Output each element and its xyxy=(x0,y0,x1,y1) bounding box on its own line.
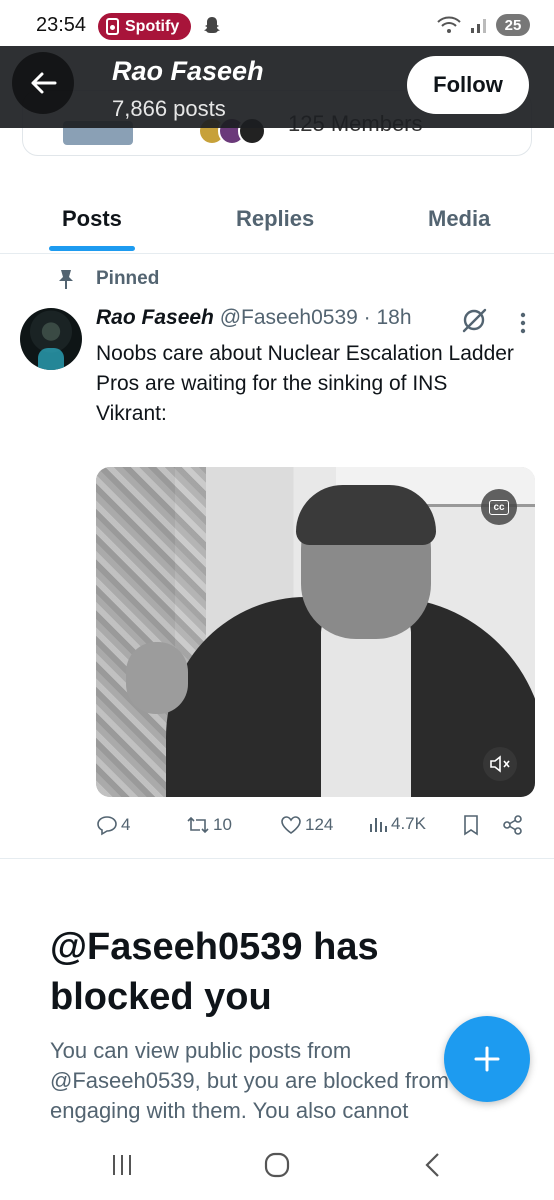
video-person-hair xyxy=(296,485,436,545)
speaker-muted-icon xyxy=(490,755,510,773)
heart-icon xyxy=(281,816,301,834)
repost-icon xyxy=(187,816,209,834)
spotify-label: Spotify xyxy=(125,17,180,35)
more-options-icon[interactable] xyxy=(520,312,526,334)
chevron-left-icon xyxy=(425,1153,439,1177)
status-time: 23:54 xyxy=(36,14,87,36)
system-back-button[interactable] xyxy=(412,1148,452,1182)
pinned-indicator: Pinned xyxy=(56,268,159,290)
video-person-shirt xyxy=(321,612,411,797)
like-count: 124 xyxy=(305,815,334,834)
blocked-title: @Faseeh0539 has blocked you xyxy=(50,926,379,1018)
snapchat-icon xyxy=(204,17,220,33)
grok-icon[interactable] xyxy=(460,306,488,334)
share-button[interactable] xyxy=(502,814,524,836)
battery-icon: 25 xyxy=(496,14,530,36)
reply-icon xyxy=(97,816,117,836)
recent-apps-icon xyxy=(113,1155,131,1175)
bookmark-icon xyxy=(464,815,478,836)
status-icons: 25 xyxy=(436,14,530,36)
video-person-hand xyxy=(126,642,188,714)
compose-post-button[interactable] xyxy=(444,1016,530,1102)
recent-apps-button[interactable] xyxy=(102,1148,142,1182)
tab-media[interactable]: Media xyxy=(428,206,490,232)
status-bar: 23:54 Spotify 25 xyxy=(0,0,554,46)
views-count: 4.7K xyxy=(391,814,426,833)
post-actions: 4 10 124 4.7K xyxy=(96,812,536,842)
back-button[interactable] xyxy=(12,52,74,114)
tab-replies[interactable]: Replies xyxy=(236,206,314,232)
home-button[interactable] xyxy=(257,1148,297,1182)
wifi-icon xyxy=(437,16,461,33)
profile-tabs: Posts Replies Media xyxy=(0,184,554,254)
pin-icon xyxy=(59,270,73,289)
posts-count: 7,866 posts xyxy=(112,96,226,121)
plus-icon xyxy=(474,1046,500,1072)
section-divider xyxy=(0,858,554,859)
reply-count: 4 xyxy=(121,815,131,834)
post-author-name[interactable]: Rao Faseeh xyxy=(96,306,214,329)
post-header: Rao Faseeh @Faseeh0539 · 18h xyxy=(96,306,412,330)
spotify-indicator[interactable]: Spotify xyxy=(98,13,192,40)
mute-button[interactable] xyxy=(483,747,517,781)
post-text-line-2: Pros are waiting for the sinking of INS … xyxy=(96,372,448,425)
signal-icon xyxy=(471,19,486,33)
bookmark-button[interactable] xyxy=(462,814,480,836)
post-video[interactable]: cc xyxy=(96,467,535,797)
like-button[interactable]: 124 xyxy=(280,814,333,836)
captions-icon: cc xyxy=(489,499,509,515)
post-meta: @Faseeh0539 · 18h xyxy=(219,306,412,329)
repost-button[interactable]: 10 xyxy=(186,814,232,836)
views-icon xyxy=(370,818,387,832)
post-text-line-1: Noobs care about Nuclear Escalation Ladd… xyxy=(96,342,514,365)
profile-name: Rao Faseeh xyxy=(112,56,264,86)
reply-button[interactable]: 4 xyxy=(96,814,130,836)
views-button[interactable]: 4.7K xyxy=(368,814,426,834)
system-navigation-bar xyxy=(0,1128,554,1200)
avatar[interactable] xyxy=(20,308,82,370)
share-icon xyxy=(503,815,522,835)
active-tab-indicator xyxy=(49,246,135,251)
pinned-label: Pinned xyxy=(96,268,160,289)
blocked-description: You can view public posts from @Faseeh05… xyxy=(50,1038,450,1123)
profile-header-bar: Rao Faseeh 7,866 posts Follow xyxy=(0,42,554,128)
tab-posts[interactable]: Posts xyxy=(62,206,122,232)
repost-count: 10 xyxy=(213,815,232,834)
follow-button[interactable]: Follow xyxy=(407,56,529,114)
home-icon xyxy=(264,1152,290,1178)
captions-button[interactable]: cc xyxy=(481,489,517,525)
post-text: Noobs care about Nuclear Escalation Ladd… xyxy=(96,339,516,429)
arrow-left-icon xyxy=(31,72,57,94)
speaker-icon xyxy=(106,18,119,35)
